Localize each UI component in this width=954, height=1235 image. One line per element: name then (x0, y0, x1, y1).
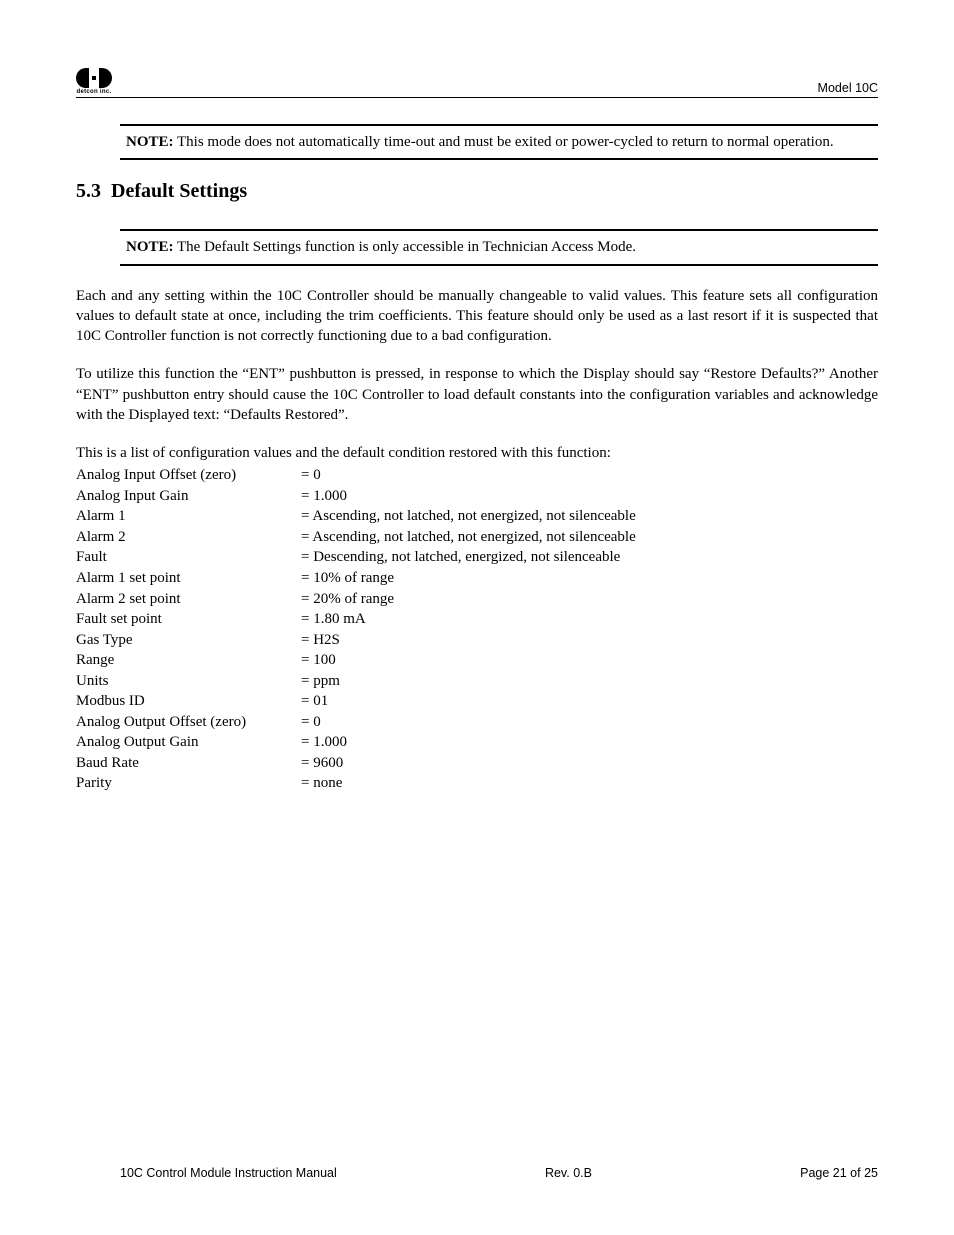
setting-value: = 10% of range (301, 568, 878, 589)
setting-value: = 1.000 (301, 732, 878, 753)
table-row: Alarm 2 set point= 20% of range (76, 589, 878, 610)
paragraph-2: To utilize this function the “ENT” pushb… (76, 364, 878, 425)
setting-label: Units (76, 671, 301, 692)
note-label: NOTE: (126, 239, 174, 255)
setting-value: = 9600 (301, 753, 878, 774)
settings-list-intro: This is a list of configuration values a… (76, 443, 878, 463)
setting-label: Analog Input Gain (76, 486, 301, 507)
table-row: Alarm 2= Ascending, not latched, not ene… (76, 527, 878, 548)
note-text: This mode does not automatically time-ou… (177, 134, 834, 150)
setting-value: = Descending, not latched, energized, no… (301, 547, 878, 568)
setting-label: Gas Type (76, 630, 301, 651)
setting-label: Parity (76, 773, 301, 794)
table-row: Alarm 1= Ascending, not latched, not ene… (76, 506, 878, 527)
setting-label: Alarm 2 set point (76, 589, 301, 610)
table-row: Analog Input Offset (zero)= 0 (76, 465, 878, 486)
setting-value: = 1.000 (301, 486, 878, 507)
company-logo: detcon inc. (76, 68, 112, 95)
setting-value: = 100 (301, 650, 878, 671)
section-title: Default Settings (111, 180, 247, 202)
note-box-1: NOTE: This mode does not automatically t… (120, 124, 878, 160)
setting-value: = none (301, 773, 878, 794)
note-label: NOTE: (126, 134, 174, 150)
setting-value: = 0 (301, 465, 878, 486)
table-row: Alarm 1 set point= 10% of range (76, 568, 878, 589)
table-row: Modbus ID= 01 (76, 691, 878, 712)
section-heading: 5.3 Default Settings (76, 180, 878, 203)
page-content: NOTE: This mode does not automatically t… (76, 124, 878, 794)
setting-label: Analog Input Offset (zero) (76, 465, 301, 486)
document-page: detcon inc. Model 10C NOTE: This mode do… (0, 0, 954, 1235)
note-box-2: NOTE: The Default Settings function is o… (120, 229, 878, 265)
footer-right: Page 21 of 25 (800, 1166, 878, 1180)
setting-label: Analog Output Gain (76, 732, 301, 753)
setting-value: = 20% of range (301, 589, 878, 610)
footer-center: Rev. 0.B (545, 1166, 592, 1180)
table-row: Units= ppm (76, 671, 878, 692)
table-row: Analog Output Gain= 1.000 (76, 732, 878, 753)
table-row: Fault set point= 1.80 mA (76, 609, 878, 630)
default-settings-table: Analog Input Offset (zero)= 0 Analog Inp… (76, 465, 878, 794)
setting-label: Baud Rate (76, 753, 301, 774)
page-footer: 10C Control Module Instruction Manual Re… (76, 1166, 878, 1180)
setting-value: = Ascending, not latched, not energized,… (301, 506, 878, 527)
setting-label: Analog Output Offset (zero) (76, 712, 301, 733)
setting-label: Range (76, 650, 301, 671)
table-row: Analog Input Gain= 1.000 (76, 486, 878, 507)
setting-value: = H2S (301, 630, 878, 651)
setting-label: Fault set point (76, 609, 301, 630)
table-row: Analog Output Offset (zero)= 0 (76, 712, 878, 733)
page-header: detcon inc. Model 10C (76, 68, 878, 98)
table-row: Baud Rate= 9600 (76, 753, 878, 774)
table-row: Gas Type= H2S (76, 630, 878, 651)
setting-value: = 01 (301, 691, 878, 712)
section-number: 5.3 (76, 180, 101, 202)
paragraph-1: Each and any setting within the 10C Cont… (76, 286, 878, 347)
note-text: The Default Settings function is only ac… (177, 239, 636, 255)
setting-label: Modbus ID (76, 691, 301, 712)
setting-value: = ppm (301, 671, 878, 692)
setting-label: Fault (76, 547, 301, 568)
setting-label: Alarm 1 (76, 506, 301, 527)
model-label: Model 10C (818, 81, 878, 95)
logo-text: detcon inc. (77, 89, 112, 95)
setting-label: Alarm 1 set point (76, 568, 301, 589)
table-row: Fault= Descending, not latched, energize… (76, 547, 878, 568)
setting-value: = 0 (301, 712, 878, 733)
logo-icon (76, 68, 112, 88)
setting-label: Alarm 2 (76, 527, 301, 548)
setting-value: = Ascending, not latched, not energized,… (301, 527, 878, 548)
table-row: Range= 100 (76, 650, 878, 671)
setting-value: = 1.80 mA (301, 609, 878, 630)
footer-left: 10C Control Module Instruction Manual (120, 1166, 337, 1180)
table-row: Parity= none (76, 773, 878, 794)
